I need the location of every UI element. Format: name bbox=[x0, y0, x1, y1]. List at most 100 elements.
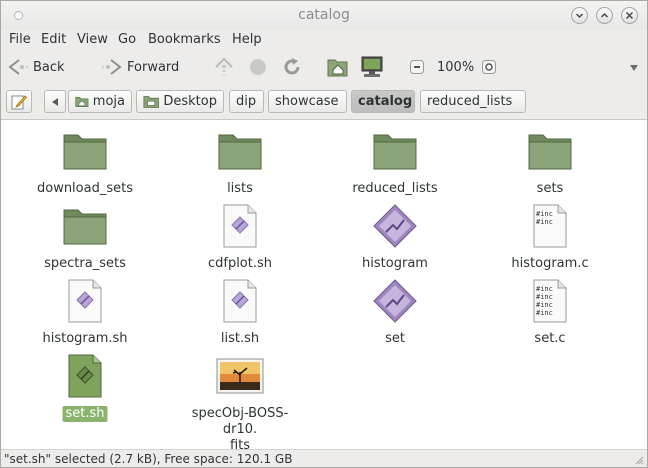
executable-icon bbox=[373, 279, 417, 323]
file-item-set-sh[interactable]: set.sh bbox=[20, 352, 150, 424]
image-file-icon bbox=[216, 358, 264, 394]
file-name: reduced_lists bbox=[352, 181, 438, 196]
path-bar: moja Desktop dip showcase catalog reduce… bbox=[1, 84, 647, 120]
computer-button[interactable] bbox=[360, 56, 384, 78]
file-name: sets bbox=[536, 181, 564, 196]
crumb-label: catalog bbox=[358, 94, 413, 109]
file-item-histogram-sh[interactable]: histogram.sh bbox=[20, 277, 150, 349]
file-name: histogram bbox=[362, 256, 428, 271]
file-item-cdfplot-sh[interactable]: cdfplot.sh bbox=[175, 202, 305, 274]
path-scroll-left-button[interactable] bbox=[44, 90, 66, 113]
file-name: spectra_sets bbox=[44, 256, 126, 271]
folder-icon bbox=[528, 134, 572, 170]
crumb-showcase[interactable]: showcase bbox=[268, 90, 347, 113]
folder-icon bbox=[63, 209, 107, 245]
file-name: histogram.sh bbox=[42, 331, 128, 346]
file-name: cdfplot.sh bbox=[207, 256, 273, 271]
toolbar: Back Forward 100% bbox=[1, 51, 647, 84]
forward-button[interactable]: Forward bbox=[101, 56, 179, 78]
file-name: lists bbox=[227, 181, 253, 196]
file-name: set.c bbox=[534, 331, 566, 346]
crumb-label: showcase bbox=[275, 94, 339, 109]
crumb-catalog[interactable]: catalog bbox=[351, 90, 415, 113]
script-file-icon bbox=[68, 279, 102, 323]
close-button[interactable] bbox=[621, 7, 638, 24]
back-arrow-icon bbox=[8, 59, 29, 75]
file-item-lists[interactable]: lists bbox=[175, 127, 305, 199]
reload-button[interactable] bbox=[281, 56, 303, 78]
script-file-icon bbox=[223, 279, 257, 323]
menu-go[interactable]: Go bbox=[118, 32, 136, 47]
file-name-selected: set.sh bbox=[62, 406, 108, 422]
chevron-left-icon bbox=[52, 97, 58, 106]
crumb-dip[interactable]: dip bbox=[229, 90, 264, 113]
file-item-spectra-sets[interactable]: spectra_sets bbox=[20, 202, 150, 274]
stop-button[interactable] bbox=[248, 56, 268, 78]
menu-file[interactable]: File bbox=[9, 32, 31, 47]
file-item-specobj-fits[interactable]: specObj-BOSS-dr10. fits bbox=[175, 352, 305, 453]
svg-text:#inc: #inc bbox=[536, 309, 553, 317]
chevron-down-icon bbox=[575, 13, 584, 19]
home-folder-icon bbox=[327, 59, 348, 77]
crumb-label: Desktop bbox=[163, 94, 217, 109]
c-source-file-icon: #inc #inc #inc #inc bbox=[533, 279, 567, 323]
zoom-level-text: 100% bbox=[437, 59, 475, 75]
crumb-reduced-lists[interactable]: reduced_lists bbox=[420, 90, 526, 113]
maximize-button[interactable] bbox=[596, 7, 613, 24]
file-item-set-c[interactable]: #inc #inc #inc #inc set.c bbox=[485, 277, 615, 349]
reload-icon bbox=[284, 58, 300, 75]
file-manager-window: catalog File Edit View Go Bookmarks Help… bbox=[0, 0, 648, 468]
crumb-label: dip bbox=[236, 94, 257, 109]
desktop-folder-icon bbox=[143, 95, 159, 108]
file-name: set bbox=[385, 331, 405, 346]
window-title: catalog bbox=[298, 7, 350, 23]
status-bar: "set.sh" selected (2.7 kB), Free space: … bbox=[1, 449, 647, 467]
menu-bookmarks[interactable]: Bookmarks bbox=[148, 32, 221, 47]
svg-text:#inc: #inc bbox=[536, 301, 553, 309]
file-icon-view[interactable]: download_sets lists reduced_lists sets s… bbox=[1, 121, 647, 453]
edit-location-icon bbox=[11, 94, 27, 109]
home-button[interactable] bbox=[327, 56, 349, 78]
menu-edit[interactable]: Edit bbox=[41, 32, 66, 47]
title-bar[interactable]: catalog bbox=[1, 1, 647, 29]
forward-arrow-icon bbox=[101, 59, 122, 75]
crumb-label: reduced_lists bbox=[427, 94, 513, 109]
file-name: download_sets bbox=[36, 181, 133, 196]
chevron-up-icon bbox=[600, 12, 609, 18]
file-name: list.sh bbox=[220, 331, 260, 346]
file-item-histogram[interactable]: histogram bbox=[330, 202, 460, 274]
home-folder-icon bbox=[75, 96, 89, 107]
script-file-icon bbox=[68, 354, 102, 398]
zoom-in-icon bbox=[482, 60, 496, 74]
crumb-desktop[interactable]: Desktop bbox=[136, 90, 224, 113]
up-button[interactable] bbox=[213, 56, 235, 78]
file-item-sets[interactable]: sets bbox=[485, 127, 615, 199]
file-item-histogram-c[interactable]: #inc #inc histogram.c bbox=[485, 202, 615, 274]
zoom-out-button[interactable] bbox=[410, 56, 424, 78]
file-item-reduced-lists[interactable]: reduced_lists bbox=[330, 127, 460, 199]
status-text: "set.sh" selected (2.7 kB), Free space: … bbox=[4, 452, 293, 466]
forward-label: Forward bbox=[127, 59, 180, 75]
file-item-set[interactable]: set bbox=[330, 277, 460, 349]
dropdown-arrow-icon bbox=[630, 65, 638, 71]
back-label: Back bbox=[33, 59, 65, 75]
back-button[interactable]: Back bbox=[7, 56, 65, 78]
executable-icon bbox=[373, 204, 417, 248]
toolbar-overflow-button[interactable] bbox=[629, 56, 639, 78]
menu-view[interactable]: View bbox=[77, 32, 108, 47]
c-source-file-icon: #inc #inc bbox=[533, 204, 567, 248]
menu-bar: File Edit View Go Bookmarks Help bbox=[1, 29, 647, 51]
file-item-download-sets[interactable]: download_sets bbox=[20, 127, 150, 199]
zoom-in-button[interactable] bbox=[482, 56, 496, 78]
folder-icon bbox=[373, 134, 417, 170]
edit-location-button[interactable] bbox=[6, 90, 32, 113]
computer-icon bbox=[361, 56, 383, 77]
script-file-icon bbox=[223, 204, 257, 248]
menu-help[interactable]: Help bbox=[232, 32, 262, 47]
close-icon bbox=[625, 11, 634, 20]
resize-grip-icon[interactable] bbox=[633, 454, 644, 465]
folder-icon bbox=[218, 134, 262, 170]
minimize-button[interactable] bbox=[571, 7, 588, 24]
crumb-moja[interactable]: moja bbox=[68, 90, 132, 113]
file-item-list-sh[interactable]: list.sh bbox=[175, 277, 305, 349]
